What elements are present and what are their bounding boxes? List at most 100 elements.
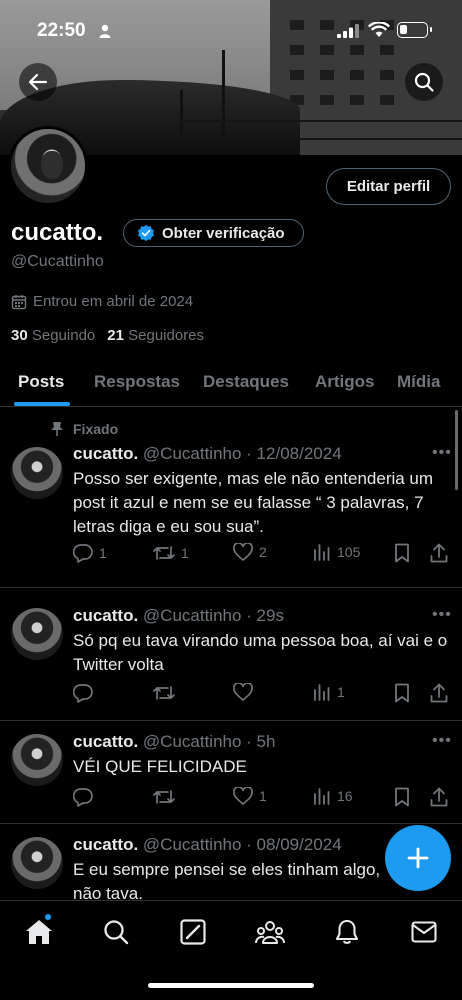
post-actions: 1 <box>73 683 458 705</box>
battery-icon <box>397 22 432 38</box>
views-button[interactable]: 16 <box>313 787 353 805</box>
followers-count: 21 <box>107 327 124 344</box>
more-options-icon[interactable]: ••• <box>432 444 452 462</box>
followers-link[interactable]: 21 Seguidores <box>107 327 204 344</box>
repost-icon <box>153 686 175 700</box>
post-avatar[interactable] <box>11 608 63 660</box>
like-button[interactable]: 2 <box>233 543 267 561</box>
post-author-name[interactable]: cucatto. <box>73 444 138 463</box>
views-count: 16 <box>337 788 353 804</box>
notifications-icon <box>335 919 359 944</box>
reply-icon <box>73 684 93 703</box>
post-author-name[interactable]: cucatto. <box>73 606 138 625</box>
share-icon <box>430 787 448 807</box>
post-item[interactable]: cucatto. @Cucattinho · 29s ••• Só pq eu … <box>0 588 462 721</box>
views-button[interactable]: 105 <box>313 543 360 561</box>
home-notification-dot <box>44 913 52 921</box>
post-handle-time: @Cucattinho · 08/09/2024 <box>142 835 342 854</box>
bookmark-button[interactable] <box>394 543 410 563</box>
profile-tabs: Posts Respostas Destaques Artigos Mídia <box>0 360 462 407</box>
like-icon <box>233 683 253 701</box>
post-handle-time: @Cucattinho · 12/08/2024 <box>142 444 342 463</box>
person-icon <box>99 24 111 38</box>
messages-icon <box>411 921 437 943</box>
search-icon <box>104 920 129 945</box>
back-arrow-icon <box>28 73 48 91</box>
following-label: Seguindo <box>31 327 96 344</box>
post-header: cucatto. @Cucattinho · 5h <box>73 732 275 752</box>
tab-posts[interactable]: Posts <box>18 372 64 392</box>
reply-button[interactable] <box>73 787 99 807</box>
more-options-icon[interactable]: ••• <box>432 732 452 750</box>
views-icon <box>314 544 330 561</box>
like-button[interactable]: 1 <box>233 787 267 805</box>
post-header: cucatto. @Cucattinho · 12/08/2024 <box>73 444 342 464</box>
bookmark-button[interactable] <box>394 683 410 703</box>
scrollbar[interactable] <box>455 410 458 490</box>
views-button[interactable]: 1 <box>313 683 345 701</box>
tab-artigos[interactable]: Artigos <box>315 372 375 392</box>
views-icon <box>314 684 330 701</box>
bookmark-button[interactable] <box>394 787 410 807</box>
nav-search[interactable] <box>101 917 131 947</box>
search-button[interactable] <box>405 63 443 101</box>
edit-profile-button[interactable]: Editar perfil <box>326 168 451 205</box>
compose-button[interactable] <box>385 825 451 891</box>
post-avatar[interactable] <box>11 734 63 786</box>
post-header: cucatto. @Cucattinho · 08/09/2024 <box>73 835 342 855</box>
verified-badge-icon <box>137 224 155 242</box>
tab-destaques[interactable]: Destaques <box>203 372 289 392</box>
post-author-name[interactable]: cucatto. <box>73 732 138 751</box>
share-button[interactable] <box>430 543 448 563</box>
nav-grok[interactable] <box>178 917 208 947</box>
search-icon <box>414 72 434 92</box>
status-time: 22:50 <box>37 20 86 41</box>
get-verified-button[interactable]: Obter verificação <box>123 219 304 247</box>
post-text: Só pq eu tava virando uma pessoa boa, aí… <box>73 631 448 674</box>
post-actions: 1 16 <box>73 787 458 809</box>
reply-icon <box>73 544 93 563</box>
nav-home[interactable] <box>24 917 54 947</box>
profile-avatar[interactable] <box>8 126 88 206</box>
joined-text: Entrou em abril de 2024 <box>33 293 194 310</box>
post-text: VÉI QUE FELICIDADE <box>73 757 247 776</box>
views-icon <box>314 788 330 805</box>
profile-name: cucatto. <box>11 219 104 246</box>
views-count: 105 <box>337 544 361 560</box>
post-text: E eu sempre pensei se eles tinham algo, … <box>73 860 381 903</box>
post-avatar[interactable] <box>11 447 63 499</box>
like-count: 1 <box>259 788 267 804</box>
back-button[interactable] <box>19 63 57 101</box>
nav-communities[interactable] <box>255 917 285 947</box>
repost-icon <box>153 546 175 560</box>
reply-button[interactable]: 1 <box>73 543 107 563</box>
share-button[interactable] <box>430 787 448 807</box>
repost-button[interactable] <box>153 683 181 703</box>
home-indicator[interactable] <box>148 983 314 988</box>
follow-stats: 30 Seguindo 21 Seguidores <box>11 327 204 344</box>
tab-midia[interactable]: Mídia <box>397 372 440 392</box>
tab-respostas[interactable]: Respostas <box>94 372 180 392</box>
repost-button[interactable]: 1 <box>153 543 189 563</box>
nav-messages[interactable] <box>409 917 439 947</box>
following-count: 30 <box>11 327 28 344</box>
post-author-name[interactable]: cucatto. <box>73 835 138 854</box>
repost-button[interactable] <box>153 787 181 807</box>
like-icon <box>233 543 253 561</box>
post-item[interactable]: cucatto. @Cucattinho · 12/08/2024 ••• Po… <box>0 408 462 588</box>
following-link[interactable]: 30 Seguindo <box>11 327 95 344</box>
share-icon <box>430 543 448 563</box>
post-text: Posso ser exigente, mas ele não entender… <box>73 469 434 536</box>
banner-fence <box>180 120 462 140</box>
like-button[interactable] <box>233 683 259 701</box>
bookmark-icon <box>395 543 409 563</box>
bookmark-icon <box>395 683 409 703</box>
post-avatar[interactable] <box>11 837 63 889</box>
more-options-icon[interactable]: ••• <box>432 606 452 624</box>
share-button[interactable] <box>430 683 448 703</box>
nav-notifications[interactable] <box>332 917 362 947</box>
calendar-icon <box>11 294 27 309</box>
bookmark-icon <box>395 787 409 807</box>
reply-button[interactable] <box>73 683 99 703</box>
post-item[interactable]: cucatto. @Cucattinho · 5h ••• VÉI QUE FE… <box>0 721 462 824</box>
